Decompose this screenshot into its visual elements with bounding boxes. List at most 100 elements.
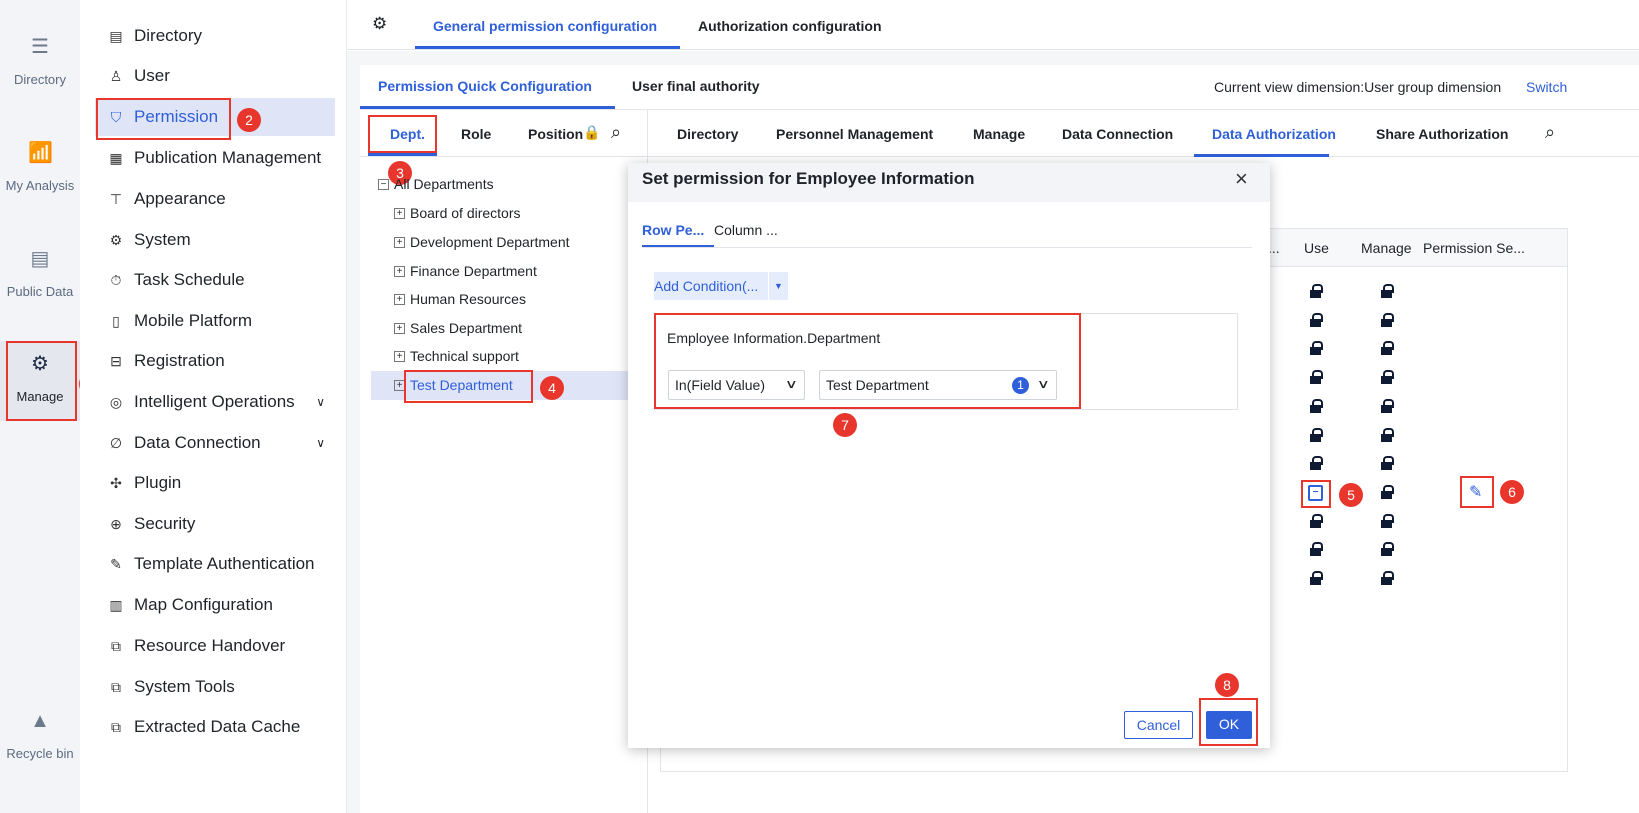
menu-label: Security [134,514,196,533]
menu-data-connection[interactable]: ∅ Data Connection ∨ [95,424,335,462]
menu-resource-handover[interactable]: ⧉ Resource Handover [95,627,335,665]
menu-plugin[interactable]: ✣ Plugin [95,464,335,502]
menu-registration[interactable]: ⊟ Registration [95,342,335,380]
tab-position[interactable]: Position [528,126,583,142]
menu-intelligent-ops[interactable]: ◎ Intelligent Operations ∨ [95,383,335,421]
tree-label: Sales Department [410,320,523,336]
tree-label: Human Resources [410,291,526,307]
menu-extracted-cache[interactable]: ⧉ Extracted Data Cache [95,708,335,746]
expand-icon[interactable]: + [394,207,405,219]
chevron-down-icon: ∨ [316,436,325,450]
expand-icon[interactable]: + [394,350,405,362]
expand-icon[interactable]: + [394,293,405,305]
manage-lock-icon[interactable] [1381,571,1394,585]
use-lock-icon[interactable] [1310,284,1323,298]
dialog-title: Set permission for Employee Information [642,169,975,188]
menu-label: Template Authentication [134,554,315,573]
use-lock-icon[interactable] [1310,456,1323,471]
settings-gear-icon[interactable]: ⚙ [372,14,387,34]
annotation-box [1199,698,1258,746]
manage-lock-icon[interactable] [1381,284,1394,298]
rail-directory[interactable]: ☰ Directory [0,36,80,87]
menu-directory[interactable]: ▤ Directory [95,17,335,55]
menu-map-config[interactable]: ▥ Map Configuration [95,586,335,624]
annotation-box [654,313,1081,409]
tab-manage[interactable]: Manage [973,126,1025,142]
tab-personnel[interactable]: Personnel Management [776,126,933,142]
menu-template-auth[interactable]: ✎ Template Authentication [95,545,335,583]
menu-task-schedule[interactable]: ⏱ Task Schedule [95,261,335,299]
rail-recycle-bin[interactable]: ▲ Recycle bin [0,710,80,761]
use-lock-icon[interactable] [1310,370,1323,385]
tree-item[interactable]: + Development Department [394,234,570,250]
use-lock-icon[interactable] [1310,513,1323,528]
tree-item[interactable]: + Board of directors [394,205,521,221]
caret-down-icon[interactable]: ▼ [768,272,788,300]
annotation-badge: 5 [1339,483,1363,507]
tab-row-permission[interactable]: Row Pe... [642,222,704,238]
tools-icon: ⧉ [111,678,121,695]
use-lock-icon[interactable] [1310,312,1323,327]
rail-label: My Analysis [5,178,75,193]
active-tab-underline [368,153,437,156]
column-header-manage: Manage [1361,240,1412,256]
template-icon: ✎ [110,555,122,572]
tree-item[interactable]: + Finance Department [394,263,537,279]
menu-security[interactable]: ⊕ Security [95,505,335,543]
tab-data-authorization[interactable]: Data Authorization [1212,126,1336,142]
expand-icon[interactable]: + [394,265,405,277]
tab-quick-config[interactable]: Permission Quick Configuration [378,78,592,94]
use-lock-icon[interactable] [1310,341,1323,356]
manage-lock-icon[interactable] [1381,456,1394,471]
manage-lock-icon[interactable] [1381,513,1394,528]
manage-lock-icon[interactable] [1381,427,1394,442]
use-lock-icon[interactable] [1310,542,1323,557]
menu-label: Publication Management [134,148,322,167]
tab-role[interactable]: Role [461,126,491,142]
menu-system-tools[interactable]: ⧉ System Tools [95,668,335,706]
menu-mobile[interactable]: ▯ Mobile Platform [95,302,335,340]
manage-lock-icon[interactable] [1381,542,1394,557]
menu-system[interactable]: ⚙ System [95,221,335,259]
manage-lock-icon[interactable] [1381,398,1394,413]
menu-publication[interactable]: ▦ Publication Management [95,139,335,177]
tab-general-permission[interactable]: General permission configuration [433,18,657,34]
rail-my-analysis[interactable]: 📶 My Analysis [0,142,80,193]
manage-lock-icon[interactable] [1381,484,1394,499]
edit-icon[interactable]: ✎ [1469,482,1482,502]
tab-data-connection[interactable]: Data Connection [1062,126,1173,142]
search-icon[interactable]: ⌕ [1545,122,1555,143]
column-header-permission-settings: Permission Se... [1423,240,1525,256]
tab-authorization-config[interactable]: Authorization configuration [698,18,882,34]
menu-label: Resource Handover [134,636,286,655]
use-lock-icon[interactable] [1310,398,1323,413]
tab-column-permission[interactable]: Column ... [714,222,778,238]
manage-lock-icon[interactable] [1381,312,1394,327]
menu-label: Extracted Data Cache [134,717,301,736]
switch-link[interactable]: Switch [1526,79,1567,95]
search-icon[interactable]: ⌕ [611,122,621,143]
menu-appearance[interactable]: ⊤ Appearance [95,180,335,218]
manage-lock-icon[interactable] [1381,370,1394,385]
column-header-use: Use [1304,240,1329,256]
add-condition-button[interactable]: Add Condition(... ▼ [654,272,788,300]
tree-root[interactable]: − All Departments [378,176,494,192]
tab-user-final-authority[interactable]: User final authority [632,78,760,94]
tree-item[interactable]: + Technical support [394,348,519,364]
menu-user[interactable]: ♙ User [95,57,335,95]
tab-share-authorization[interactable]: Share Authorization [1376,126,1509,142]
cancel-button[interactable]: Cancel [1124,711,1193,739]
collapse-icon[interactable]: − [378,178,389,190]
tree-item[interactable]: + Sales Department [394,320,522,336]
expand-icon[interactable]: + [394,236,405,248]
lock-icon[interactable]: 🔒 [583,124,600,141]
expand-icon[interactable]: + [394,322,405,334]
tab-directory[interactable]: Directory [677,126,738,142]
unlock-icon[interactable]: − [1308,485,1323,501]
rail-public-data[interactable]: ▤ Public Data [0,248,80,299]
close-icon[interactable]: × [1235,166,1248,192]
use-lock-icon[interactable] [1310,427,1323,442]
tree-item[interactable]: + Human Resources [394,291,526,307]
use-lock-icon[interactable] [1310,571,1323,585]
manage-lock-icon[interactable] [1381,341,1394,356]
